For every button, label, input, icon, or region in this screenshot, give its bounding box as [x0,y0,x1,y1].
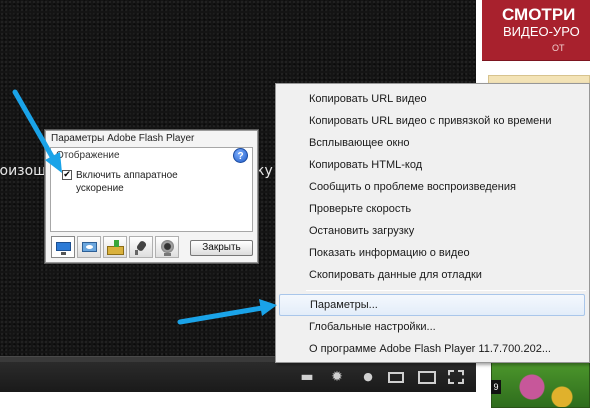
menu-item-stop-download[interactable]: Остановить загрузку [279,220,585,242]
ad-subheadline: ВИДЕО-УРО [503,24,580,39]
menu-item-speed-test[interactable]: Проверьте скорость [279,198,585,220]
menu-item-video-info[interactable]: Показать информацию о видео [279,242,585,264]
camera-icon[interactable] [155,236,179,258]
storage-icon[interactable] [103,236,127,258]
ad-headline: СМОТРИ [502,5,576,24]
thumbnail-badge: 9 [491,380,501,394]
dialog-title: Параметры Adobe Flash Player [51,133,195,144]
ad-footer-text: ОТ [552,43,565,53]
menu-item-debug-info[interactable]: Скопировать данные для отладки [279,264,585,286]
privacy-icon[interactable] [77,236,101,258]
menu-item-report-playback[interactable]: Сообщить о проблеме воспроизведения [279,176,585,198]
hardware-acceleration-label: Включить аппаратное ускорение [76,170,178,194]
video-caption-left: роизош [0,163,46,179]
menu-item-copy-url-at-time[interactable]: Копировать URL видео с привязкой ко врем… [279,110,585,132]
menu-separator [306,290,586,291]
player-control-bar: ▬ ✹ ● [0,362,476,392]
display-icon[interactable] [51,236,75,258]
annotations-icon[interactable]: ▬ [298,368,316,386]
fullscreen-icon[interactable] [448,370,464,384]
ad-banner[interactable]: СМОТРИ ВИДЕО-УРО ОТ [482,0,590,61]
help-icon[interactable]: ? [233,148,248,163]
context-menu: Копировать URL видео Копировать URL виде… [275,83,590,363]
display-panel: Отображение ? ✔ Включить аппаратное уско… [50,147,253,232]
menu-item-copy-embed[interactable]: Копировать HTML-код [279,154,585,176]
menu-item-about-flash[interactable]: О программе Adobe Flash Player 11.7.700.… [279,338,585,360]
large-player-icon[interactable] [418,371,436,384]
hardware-acceleration-checkbox[interactable]: ✔ [62,170,72,180]
gear-icon[interactable]: ✹ [328,368,346,386]
small-player-icon[interactable] [388,372,404,383]
video-caption-right: ку [256,163,273,179]
menu-item-settings[interactable]: Параметры... [279,294,585,316]
flash-settings-dialog: Параметры Adobe Flash Player Отображение… [45,130,258,263]
menu-item-copy-url[interactable]: Копировать URL видео [279,88,585,110]
info-icon[interactable]: ● [359,368,377,386]
related-video-thumbnail[interactable] [491,356,590,408]
menu-item-global-settings[interactable]: Глобальные настройки... [279,316,585,338]
close-button[interactable]: Закрыть [190,240,253,256]
microphone-icon[interactable] [129,236,153,258]
menu-item-popout[interactable]: Всплывающее окно [279,132,585,154]
section-heading: Отображение [56,150,120,161]
